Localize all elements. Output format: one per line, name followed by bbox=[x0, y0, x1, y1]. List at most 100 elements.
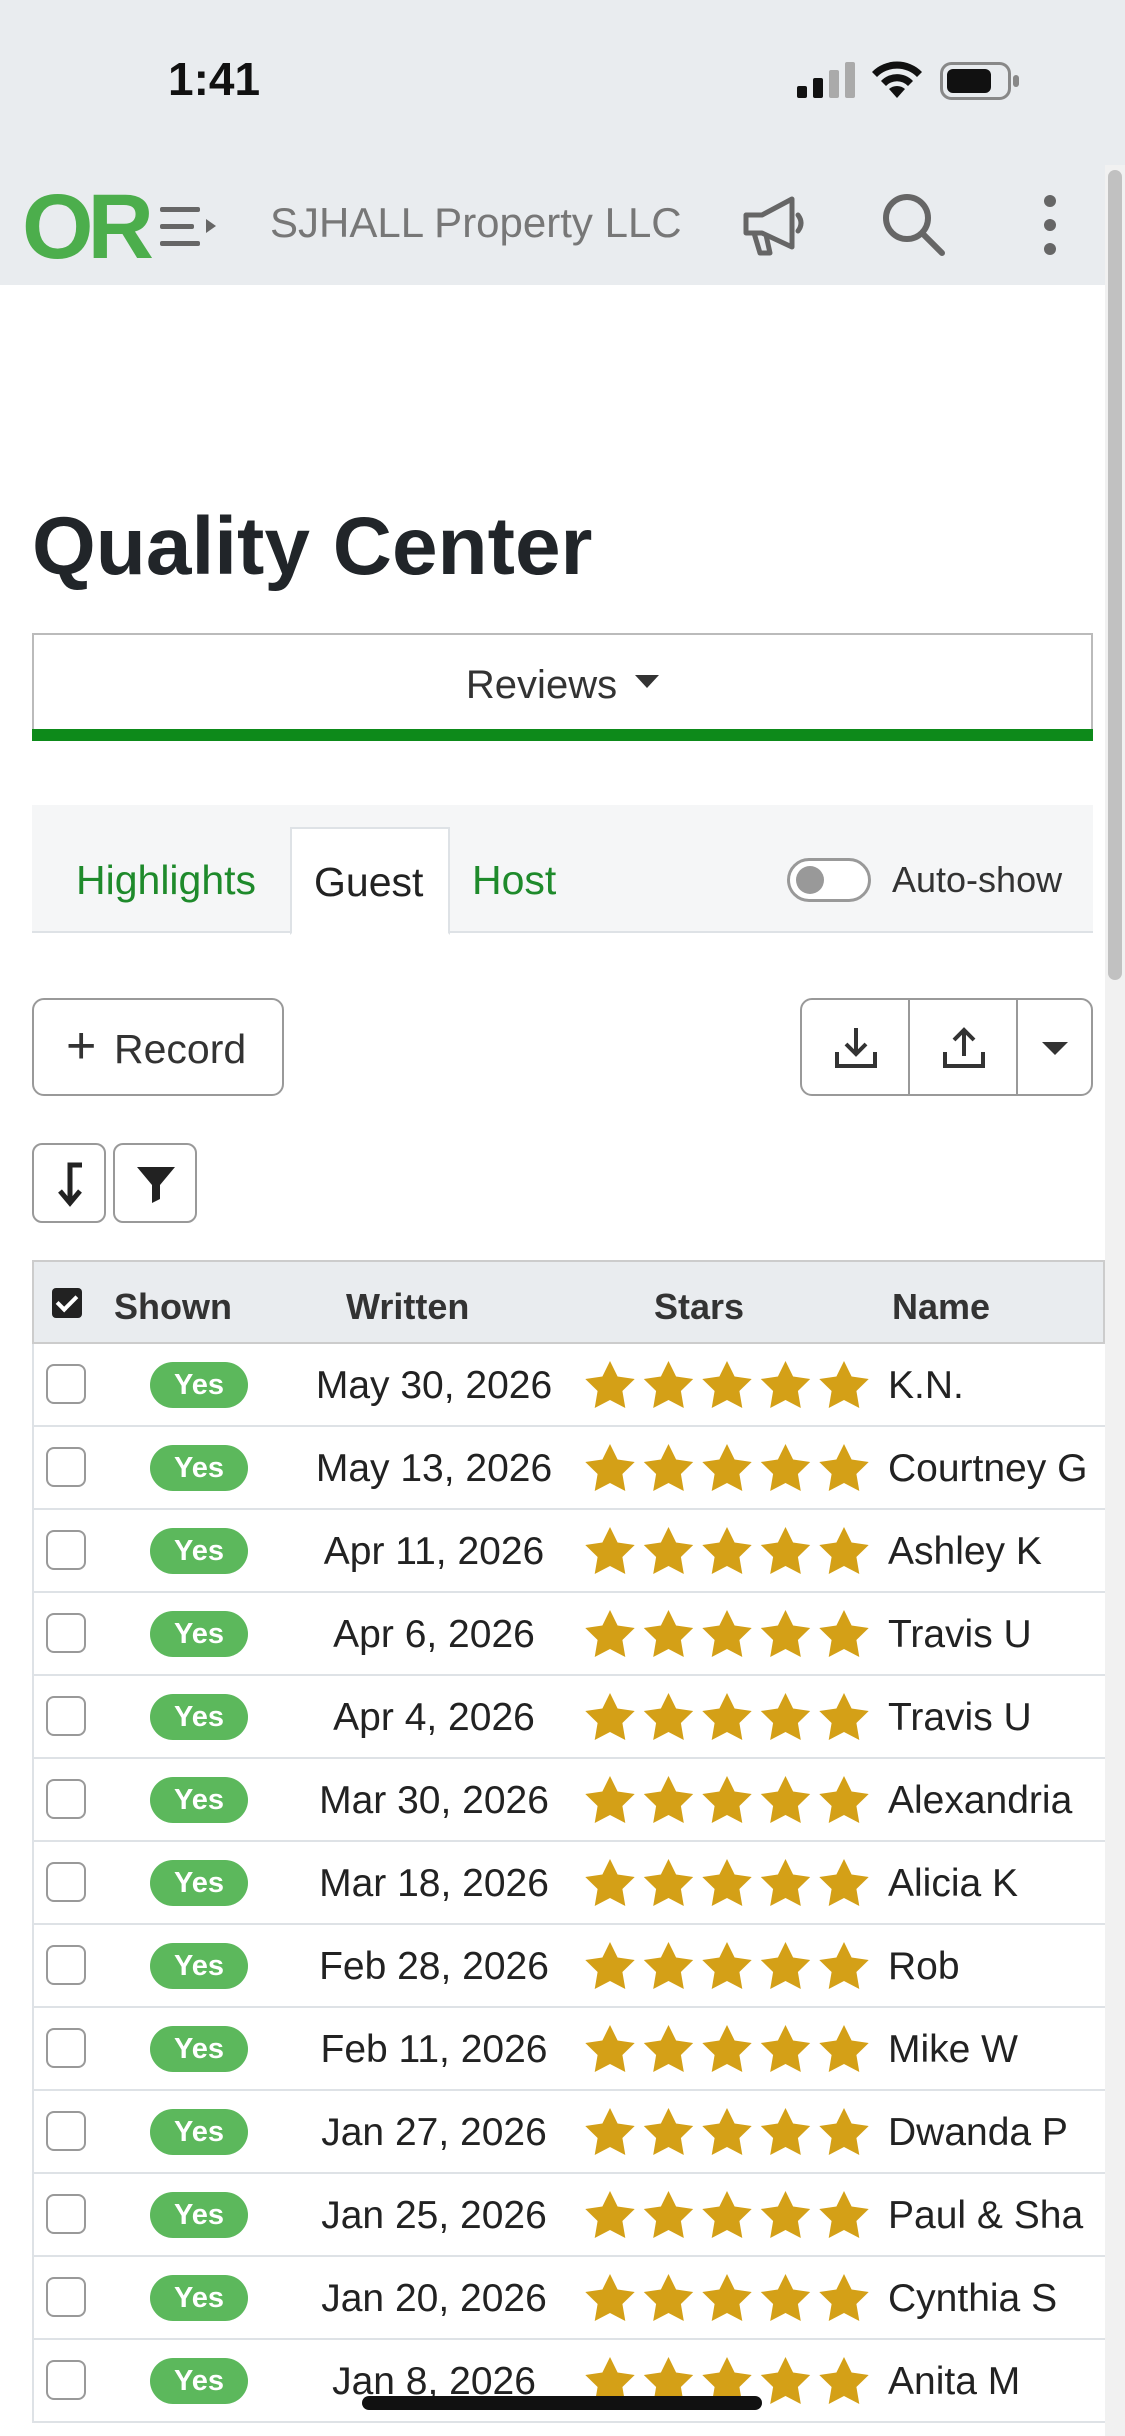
star-icon bbox=[819, 2025, 869, 2072]
table-row[interactable]: Yes Jan 27, 2026 Dwanda P bbox=[32, 2091, 1105, 2174]
filter-icon bbox=[137, 1167, 175, 1203]
star-icon bbox=[760, 2357, 811, 2404]
shown-badge: Yes bbox=[150, 2275, 248, 2321]
star-rating bbox=[585, 2191, 869, 2238]
table-row[interactable]: Yes May 13, 2026 Courtney G bbox=[32, 1427, 1105, 1510]
column-header-name[interactable]: Name bbox=[892, 1286, 990, 1328]
table-row[interactable]: Yes Apr 4, 2026 Travis U bbox=[32, 1676, 1105, 1759]
star-icon bbox=[760, 1859, 811, 1906]
star-rating bbox=[585, 2274, 869, 2321]
cellular-signal-icon bbox=[797, 62, 855, 98]
shown-badge: Yes bbox=[150, 1528, 248, 1574]
auto-show-toggle[interactable] bbox=[787, 858, 871, 902]
star-icon bbox=[760, 1693, 811, 1740]
star-icon bbox=[760, 2025, 811, 2072]
menu-toggle-icon[interactable] bbox=[160, 205, 218, 249]
star-icon bbox=[819, 1610, 869, 1657]
reviewer-name: Travis U bbox=[888, 1613, 1032, 1656]
star-icon bbox=[585, 1859, 635, 1906]
star-icon bbox=[643, 1361, 694, 1408]
more-actions-dropdown[interactable] bbox=[1018, 1000, 1093, 1094]
more-options-icon[interactable] bbox=[1036, 193, 1064, 257]
download-button[interactable] bbox=[802, 1000, 910, 1094]
row-checkbox[interactable] bbox=[46, 1447, 86, 1487]
select-all-checkbox[interactable] bbox=[52, 1288, 82, 1318]
star-icon bbox=[643, 2191, 694, 2238]
star-icon bbox=[585, 1527, 635, 1574]
table-row[interactable]: Yes Feb 11, 2026 Mike W bbox=[32, 2008, 1105, 2091]
search-icon[interactable] bbox=[880, 191, 946, 257]
shown-badge: Yes bbox=[150, 1694, 248, 1740]
add-record-button[interactable]: + Record bbox=[32, 998, 284, 1096]
row-checkbox[interactable] bbox=[46, 1779, 86, 1819]
star-rating bbox=[585, 1527, 869, 1574]
shown-badge: Yes bbox=[150, 1777, 248, 1823]
table-row[interactable]: Yes Apr 6, 2026 Travis U bbox=[32, 1593, 1105, 1676]
table-row[interactable]: Yes May 30, 2026 K.N. bbox=[32, 1344, 1105, 1427]
tab-highlights[interactable]: Highlights bbox=[76, 857, 256, 904]
star-icon bbox=[819, 2357, 869, 2404]
table-row[interactable]: Yes Apr 11, 2026 Ashley K bbox=[32, 1510, 1105, 1593]
written-date: Mar 18, 2026 bbox=[319, 1862, 549, 1905]
return-arrow-icon bbox=[58, 1162, 82, 1207]
row-checkbox[interactable] bbox=[46, 2277, 86, 2317]
star-icon bbox=[819, 1527, 869, 1574]
star-icon bbox=[760, 1610, 811, 1657]
tab-bar: Highlights Guest Host Auto-show bbox=[32, 805, 1093, 935]
shown-badge: Yes bbox=[150, 2192, 248, 2238]
star-icon bbox=[643, 1610, 694, 1657]
star-icon bbox=[760, 1942, 811, 1989]
upload-icon bbox=[943, 1027, 985, 1068]
column-header-written[interactable]: Written bbox=[346, 1286, 469, 1328]
star-icon bbox=[819, 1859, 869, 1906]
row-checkbox[interactable] bbox=[46, 2360, 86, 2400]
column-header-shown[interactable]: Shown bbox=[114, 1286, 232, 1328]
star-icon bbox=[643, 2025, 694, 2072]
star-icon bbox=[702, 1527, 752, 1574]
star-icon bbox=[760, 1444, 811, 1491]
tab-host[interactable]: Host bbox=[472, 857, 556, 904]
page-title: Quality Center bbox=[32, 501, 593, 592]
table-row[interactable]: Yes Jan 20, 2026 Cynthia S bbox=[32, 2257, 1105, 2340]
tab-guest[interactable]: Guest bbox=[290, 827, 450, 935]
star-icon bbox=[819, 1693, 869, 1740]
toggle-knob bbox=[796, 866, 824, 894]
star-rating bbox=[585, 1361, 869, 1408]
row-checkbox[interactable] bbox=[46, 2194, 86, 2234]
star-icon bbox=[585, 1444, 635, 1491]
written-date: Jan 20, 2026 bbox=[321, 2277, 547, 2320]
reviewer-name: Travis U bbox=[888, 1696, 1032, 1739]
scrollbar-thumb[interactable] bbox=[1108, 170, 1122, 980]
row-checkbox[interactable] bbox=[46, 1945, 86, 1985]
column-header-stars[interactable]: Stars bbox=[654, 1286, 744, 1328]
table-row[interactable]: Yes Mar 18, 2026 Alicia K bbox=[32, 1842, 1105, 1925]
star-icon bbox=[585, 1610, 635, 1657]
row-checkbox[interactable] bbox=[46, 2111, 86, 2151]
table-row[interactable]: Yes Jan 25, 2026 Paul & Sha bbox=[32, 2174, 1105, 2257]
star-icon bbox=[643, 2274, 694, 2321]
shown-badge: Yes bbox=[150, 2358, 248, 2404]
written-date: Apr 4, 2026 bbox=[333, 1696, 535, 1739]
reviews-dropdown[interactable]: Reviews bbox=[32, 633, 1093, 741]
table-row[interactable]: Yes Jan 8, 2026 Anita M bbox=[32, 2340, 1105, 2423]
row-checkbox[interactable] bbox=[46, 1696, 86, 1736]
star-icon bbox=[585, 1942, 635, 1989]
filter-button[interactable] bbox=[113, 1143, 197, 1223]
sort-button[interactable] bbox=[32, 1143, 106, 1223]
row-checkbox[interactable] bbox=[46, 1862, 86, 1902]
megaphone-icon[interactable] bbox=[740, 193, 808, 257]
table-row[interactable]: Yes Feb 28, 2026 Rob bbox=[32, 1925, 1105, 2008]
table-row[interactable]: Yes Mar 30, 2026 Alexandria bbox=[32, 1759, 1105, 1842]
tab-guest-label: Guest bbox=[314, 859, 424, 905]
star-icon bbox=[585, 1693, 635, 1740]
star-icon bbox=[585, 2274, 635, 2321]
app-logo[interactable]: OR bbox=[22, 175, 154, 280]
reviewer-name: Rob bbox=[888, 1945, 960, 1988]
row-checkbox[interactable] bbox=[46, 1364, 86, 1404]
star-icon bbox=[643, 1942, 694, 1989]
company-name[interactable]: SJHALL Property LLC bbox=[270, 199, 682, 247]
row-checkbox[interactable] bbox=[46, 2028, 86, 2068]
row-checkbox[interactable] bbox=[46, 1613, 86, 1653]
upload-button[interactable] bbox=[910, 1000, 1018, 1094]
row-checkbox[interactable] bbox=[46, 1530, 86, 1570]
